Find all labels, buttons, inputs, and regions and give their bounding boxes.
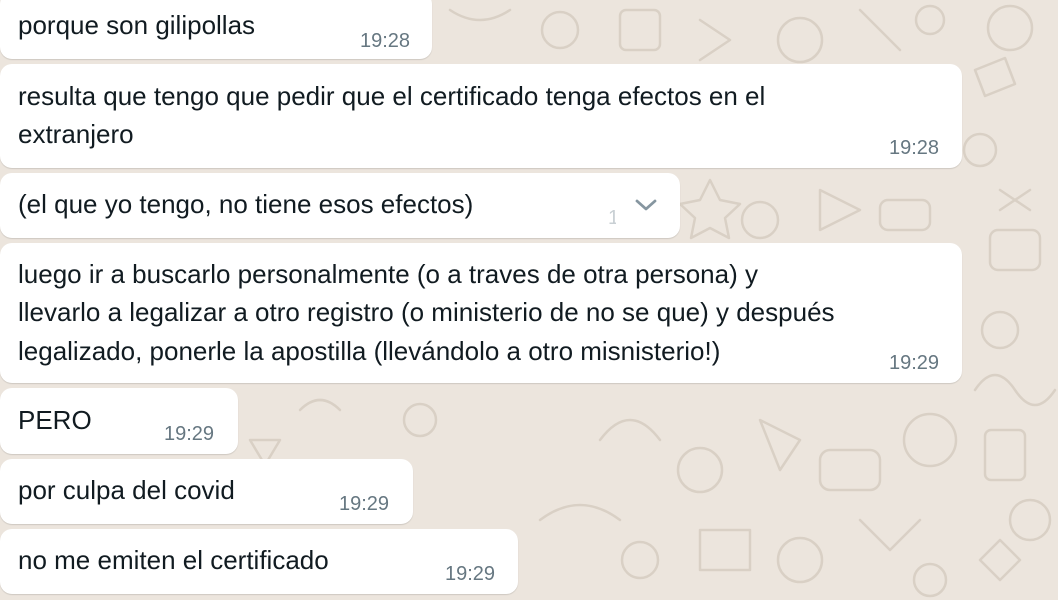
message-text: (el que yo tengo, no tiene esos efectos) [18,189,474,219]
message-text: no me emiten el certificado [18,545,329,575]
message-bubble[interactable]: (el que yo tengo, no tiene esos efectos)… [0,173,680,238]
message-bubble[interactable]: por culpa del covid 19:29 [0,459,413,524]
message-text: llevarlo a legalizar a otro registro (o … [18,297,835,327]
message-timestamp: 19:29 [339,493,390,515]
message-text: legalizado, ponerle la apostilla (lleván… [18,336,721,366]
message-text: porque son gilipollas [18,10,256,40]
message-bubble[interactable]: porque son gilipollas 19:28 [0,0,432,59]
message-text: extranjero [18,119,134,149]
message-bubble[interactable]: no me emiten el certificado 19:29 [0,529,518,594]
message-timestamp: 19:28 [360,30,411,52]
message-text: PERO [18,405,92,435]
message-text: luego ir a buscarlo personalmente (o a t… [18,259,758,289]
message-timestamp: 19:29 [889,352,940,374]
message-timestamp: 19:29 [164,423,215,445]
message-timestamp: 19:29 [445,563,496,585]
message-bubble[interactable]: PERO 19:29 [0,388,238,454]
message-text: resulta que tengo que pedir que el certi… [18,81,766,111]
message-timestamp: 19:28 [889,137,940,159]
chevron-down-icon[interactable] [629,188,663,222]
message-timestamp: 1 [608,207,616,229]
message-text: por culpa del covid [18,475,235,505]
message-bubble[interactable]: resulta que tengo que pedir que el certi… [0,64,962,168]
message-bubble[interactable]: luego ir a buscarlo personalmente (o a t… [0,243,962,383]
